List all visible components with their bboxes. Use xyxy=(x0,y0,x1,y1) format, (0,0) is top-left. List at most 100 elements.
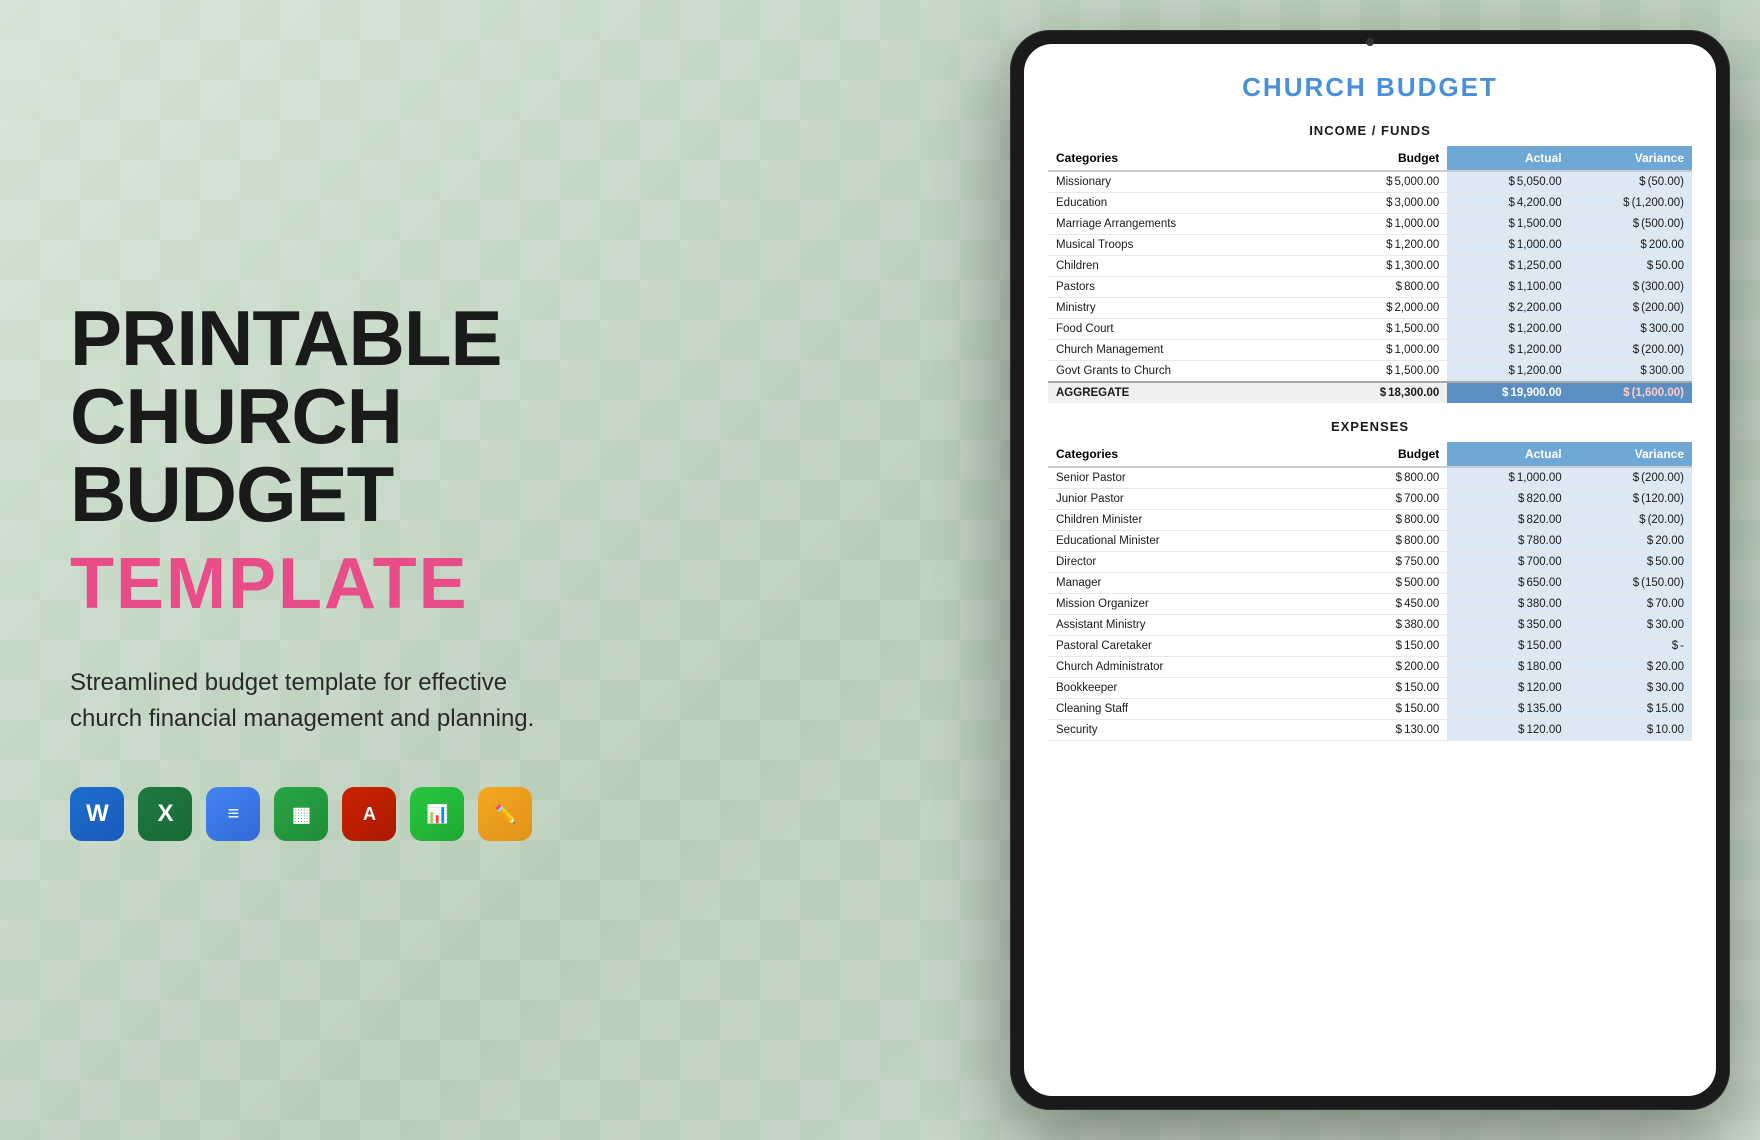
income-variance: $(500.00) xyxy=(1570,214,1692,235)
income-category: Musical Troops xyxy=(1048,235,1318,256)
table-row: Junior Pastor $700.00 $820.00 $(120.00) xyxy=(1048,489,1692,510)
income-budget: $1,500.00 xyxy=(1318,361,1447,383)
expenses-col-budget: Budget xyxy=(1318,442,1447,467)
income-col-budget: Budget xyxy=(1318,146,1447,171)
income-budget: $1,200.00 xyxy=(1318,235,1447,256)
income-budget: $2,000.00 xyxy=(1318,298,1447,319)
expense-actual: $350.00 xyxy=(1447,615,1569,636)
table-row: Pastors $800.00 $1,100.00 $(300.00) xyxy=(1048,277,1692,298)
income-budget: $1,000.00 xyxy=(1318,214,1447,235)
aggregate-row: AGGREGATE $18,300.00 $19,900.00 $(1,600.… xyxy=(1048,382,1692,403)
expense-category: Educational Minister xyxy=(1048,531,1318,552)
expense-budget: $380.00 xyxy=(1318,615,1447,636)
expense-variance: $15.00 xyxy=(1570,699,1692,720)
table-row: Director $750.00 $700.00 $50.00 xyxy=(1048,552,1692,573)
expense-variance: $(120.00) xyxy=(1570,489,1692,510)
expenses-header-row: Categories Budget Actual Variance xyxy=(1048,442,1692,467)
expense-budget: $150.00 xyxy=(1318,636,1447,657)
income-category: Ministry xyxy=(1048,298,1318,319)
docs-icon: ≡ xyxy=(206,787,260,841)
expense-actual: $650.00 xyxy=(1447,573,1569,594)
expense-budget: $150.00 xyxy=(1318,678,1447,699)
income-category: Govt Grants to Church xyxy=(1048,361,1318,383)
table-row: Bookkeeper $150.00 $120.00 $30.00 xyxy=(1048,678,1692,699)
expense-actual: $700.00 xyxy=(1447,552,1569,573)
income-budget: $5,000.00 xyxy=(1318,171,1447,193)
income-actual: $2,200.00 xyxy=(1447,298,1569,319)
table-row: Govt Grants to Church $1,500.00 $1,200.0… xyxy=(1048,361,1692,383)
income-actual: $1,250.00 xyxy=(1447,256,1569,277)
expense-category: Junior Pastor xyxy=(1048,489,1318,510)
expense-category: Mission Organizer xyxy=(1048,594,1318,615)
expense-variance: $(200.00) xyxy=(1570,467,1692,489)
income-actual: $1,200.00 xyxy=(1447,319,1569,340)
income-col-variance: Variance xyxy=(1570,146,1692,171)
table-row: Church Administrator $200.00 $180.00 $20… xyxy=(1048,657,1692,678)
income-variance: $(300.00) xyxy=(1570,277,1692,298)
expense-variance: $(20.00) xyxy=(1570,510,1692,531)
keynote-icon: ✏️ xyxy=(478,787,532,841)
expense-actual: $150.00 xyxy=(1447,636,1569,657)
aggregate-variance: $(1,600.00) xyxy=(1570,382,1692,403)
expense-actual: $380.00 xyxy=(1447,594,1569,615)
table-row: Musical Troops $1,200.00 $1,000.00 $200.… xyxy=(1048,235,1692,256)
table-row: Marriage Arrangements $1,000.00 $1,500.0… xyxy=(1048,214,1692,235)
expense-budget: $130.00 xyxy=(1318,720,1447,741)
aggregate-label: AGGREGATE xyxy=(1048,382,1318,403)
table-row: Manager $500.00 $650.00 $(150.00) xyxy=(1048,573,1692,594)
expense-actual: $180.00 xyxy=(1447,657,1569,678)
expense-budget: $800.00 xyxy=(1318,467,1447,489)
tablet-frame: CHURCH BUDGET INCOME / FUNDS Categories … xyxy=(1010,30,1730,1110)
table-row: Pastoral Caretaker $150.00 $150.00 $- xyxy=(1048,636,1692,657)
pdf-icon: A xyxy=(342,787,396,841)
expense-variance: $30.00 xyxy=(1570,678,1692,699)
expense-category: Senior Pastor xyxy=(1048,467,1318,489)
table-row: Assistant Ministry $380.00 $350.00 $30.0… xyxy=(1048,615,1692,636)
income-category: Marriage Arrangements xyxy=(1048,214,1318,235)
income-budget: $3,000.00 xyxy=(1318,193,1447,214)
income-variance: $300.00 xyxy=(1570,319,1692,340)
table-row: Senior Pastor $800.00 $1,000.00 $(200.00… xyxy=(1048,467,1692,489)
expense-budget: $500.00 xyxy=(1318,573,1447,594)
income-actual: $1,100.00 xyxy=(1447,277,1569,298)
word-icon: W xyxy=(70,787,124,841)
income-table: Categories Budget Actual Variance Missio… xyxy=(1048,146,1692,403)
expense-category: Children Minister xyxy=(1048,510,1318,531)
table-row: Church Management $1,000.00 $1,200.00 $(… xyxy=(1048,340,1692,361)
table-row: Children Minister $800.00 $820.00 $(20.0… xyxy=(1048,510,1692,531)
table-row: Children $1,300.00 $1,250.00 $50.00 xyxy=(1048,256,1692,277)
income-variance: $300.00 xyxy=(1570,361,1692,383)
expense-actual: $135.00 xyxy=(1447,699,1569,720)
table-row: Security $130.00 $120.00 $10.00 xyxy=(1048,720,1692,741)
left-panel: PRINTABLE CHURCH BUDGET TEMPLATE Streaml… xyxy=(0,0,650,1140)
table-row: Missionary $5,000.00 $5,050.00 $(50.00) xyxy=(1048,171,1692,193)
income-actual: $1,000.00 xyxy=(1447,235,1569,256)
expense-variance: $30.00 xyxy=(1570,615,1692,636)
income-heading: INCOME / FUNDS xyxy=(1048,123,1692,138)
tablet-screen: CHURCH BUDGET INCOME / FUNDS Categories … xyxy=(1024,44,1716,1096)
doc-title: CHURCH BUDGET xyxy=(1048,72,1692,103)
income-budget: $1,300.00 xyxy=(1318,256,1447,277)
expenses-table: Categories Budget Actual Variance Senior… xyxy=(1048,442,1692,741)
expense-budget: $150.00 xyxy=(1318,699,1447,720)
income-variance: $200.00 xyxy=(1570,235,1692,256)
income-budget: $800.00 xyxy=(1318,277,1447,298)
expense-actual: $1,000.00 xyxy=(1447,467,1569,489)
expense-budget: $800.00 xyxy=(1318,531,1447,552)
expense-variance: $20.00 xyxy=(1570,657,1692,678)
template-label: TEMPLATE xyxy=(70,543,580,625)
app-icons: W X ≡ ▦ A 📊 ✏️ xyxy=(70,787,580,841)
expense-category: Director xyxy=(1048,552,1318,573)
expense-actual: $120.00 xyxy=(1447,720,1569,741)
income-col-categories: Categories xyxy=(1048,146,1318,171)
expense-variance: $20.00 xyxy=(1570,531,1692,552)
income-variance: $(1,200.00) xyxy=(1570,193,1692,214)
expense-variance: $70.00 xyxy=(1570,594,1692,615)
expenses-col-categories: Categories xyxy=(1048,442,1318,467)
expense-category: Assistant Ministry xyxy=(1048,615,1318,636)
subtitle: Streamlined budget template for effectiv… xyxy=(70,665,550,737)
table-row: Educational Minister $800.00 $780.00 $20… xyxy=(1048,531,1692,552)
table-row: Food Court $1,500.00 $1,200.00 $300.00 xyxy=(1048,319,1692,340)
expense-category: Pastoral Caretaker xyxy=(1048,636,1318,657)
income-header-row: Categories Budget Actual Variance xyxy=(1048,146,1692,171)
